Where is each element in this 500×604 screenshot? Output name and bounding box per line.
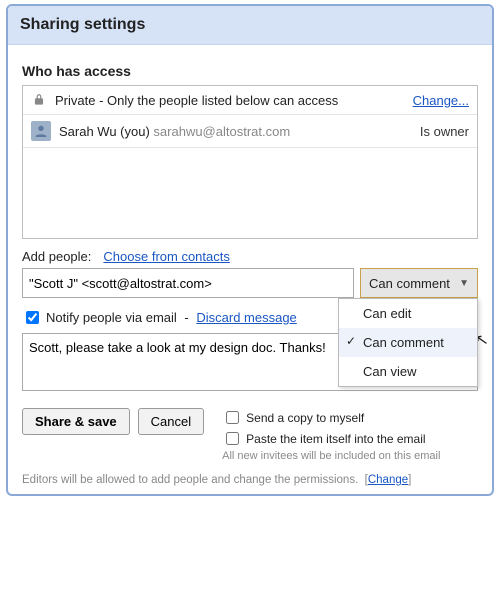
avatar-icon <box>31 121 51 141</box>
permission-option-comment[interactable]: Can comment <box>339 328 477 357</box>
permission-menu: Can edit Can comment Can view <box>338 298 478 387</box>
notify-sep: - <box>181 310 193 325</box>
caret-down-icon: ▼ <box>459 278 469 289</box>
privacy-text: Private - Only the people listed below c… <box>55 93 405 108</box>
invitees-note: All new invitees will be included on thi… <box>222 450 440 462</box>
notify-label: Notify people via email <box>46 310 177 325</box>
add-people-label: Add people: <box>22 249 91 264</box>
notify-checkbox[interactable] <box>26 311 39 324</box>
permission-selected-label: Can comment <box>369 276 450 291</box>
sharing-dialog: Sharing settings Who has access Private … <box>6 4 494 496</box>
change-privacy-link[interactable]: Change... <box>413 93 469 108</box>
owner-row: Sarah Wu (you) sarahwu@altostrat.com Is … <box>23 115 477 148</box>
dialog-body: Who has access Private - Only the people… <box>8 45 492 494</box>
owner-text: Sarah Wu (you) sarahwu@altostrat.com <box>59 124 392 139</box>
paste-item-checkbox[interactable] <box>226 432 239 445</box>
paste-item-label: Paste the item itself into the email <box>246 432 425 446</box>
footer-note: Editors will be allowed to add people an… <box>22 474 478 486</box>
list-spacer <box>23 148 477 238</box>
permission-dropdown-button[interactable]: Can comment ▼ <box>360 268 478 298</box>
privacy-row: Private - Only the people listed below c… <box>23 86 477 115</box>
share-save-button[interactable]: Share & save <box>22 408 130 435</box>
owner-role: Is owner <box>400 124 469 139</box>
owner-name: Sarah Wu (you) <box>59 124 150 139</box>
dialog-title: Sharing settings <box>8 6 492 45</box>
send-copy-checkbox[interactable] <box>226 411 239 424</box>
access-list: Private - Only the people listed below c… <box>22 85 478 239</box>
lock-icon <box>31 92 47 108</box>
permission-option-edit[interactable]: Can edit <box>339 299 477 328</box>
people-input[interactable] <box>22 268 354 298</box>
permission-option-view[interactable]: Can view <box>339 357 477 386</box>
footer-change-link[interactable]: Change <box>368 474 408 486</box>
access-heading: Who has access <box>22 63 478 79</box>
send-copy-label: Send a copy to myself <box>246 411 364 425</box>
choose-contacts-link[interactable]: Choose from contacts <box>103 249 229 264</box>
owner-email: sarahwu@altostrat.com <box>153 124 290 139</box>
footer-text: Editors will be allowed to add people an… <box>22 474 358 486</box>
cancel-button[interactable]: Cancel <box>138 408 204 435</box>
discard-message-link[interactable]: Discard message <box>196 310 296 325</box>
